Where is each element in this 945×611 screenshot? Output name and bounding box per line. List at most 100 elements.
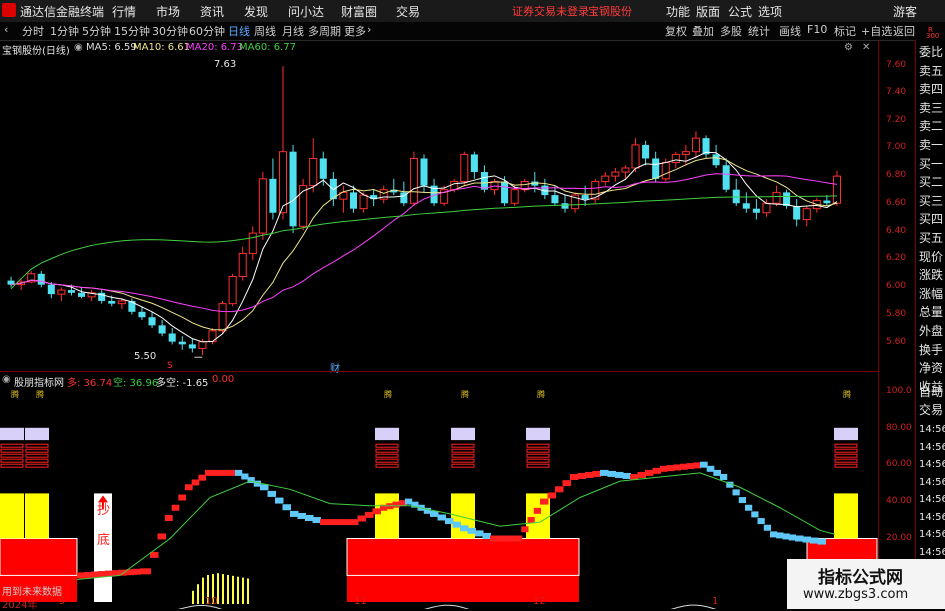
period-1min[interactable]: 1分钟 [50,23,79,39]
tool-duogu[interactable]: 多股 [720,23,742,39]
duokong-step [585,471,594,478]
period-daily[interactable]: 日线 [228,23,250,39]
side-item[interactable]: 买五 [919,232,943,244]
side-item[interactable]: 卖四 [919,83,943,95]
duokong-step [533,507,541,514]
period-weekly[interactable]: 周线 [254,23,276,39]
duokong-step [84,571,92,578]
app-title: 通达信金融终端 [20,5,105,19]
candle-body [783,192,791,206]
y-tick: 7.40 [886,87,907,97]
tool-biaoji[interactable]: 标记 [834,23,856,39]
duokong-step [645,469,654,476]
duokong-step [430,510,439,517]
side-lower-item[interactable]: 交易 [919,404,943,416]
signal-stripe [25,463,49,468]
menu-item-hangqing[interactable]: 行情 [112,3,136,20]
period-5min[interactable]: 5分钟 [82,23,111,39]
duokong-step [652,467,661,474]
candle-body [722,165,730,190]
side-item[interactable]: 卖二 [919,120,943,132]
signal-stripe [526,443,550,448]
side-item[interactable]: 总量 [919,306,943,318]
candlestick-chart[interactable] [0,40,878,370]
period-60min[interactable]: 60分钟 [189,23,225,39]
signal-cap [25,427,49,441]
menu-item-gongneng[interactable]: 功能 [666,3,690,20]
side-item[interactable]: 委比 [919,46,943,58]
duokong-step [555,486,564,493]
side-item[interactable]: 涨幅 [919,288,943,300]
duokong-step [706,465,715,472]
side-item[interactable]: 买三 [919,195,943,207]
menu-item-caifuquan[interactable]: 财富圈 [341,3,377,20]
signal-cap [451,427,475,441]
duokong-step [577,472,586,479]
duokong-step [680,463,688,470]
menu-item-zixun[interactable]: 资讯 [200,3,224,20]
candle-body [642,144,650,159]
menu-item-faxian[interactable]: 发现 [244,3,268,20]
period-monthly[interactable]: 月线 [282,23,304,39]
x-tick: 1 [712,596,719,607]
duokong-step [817,538,826,545]
tool-fanhui[interactable]: 返回 [893,23,915,39]
period-30min[interactable]: 30分钟 [152,23,188,39]
candle-body [108,300,116,304]
period-15min[interactable]: 15分钟 [114,23,150,39]
toolbar-arrow-icon[interactable]: ‹ [4,23,8,36]
side-item[interactable]: 卖三 [919,102,943,114]
tool-tongji[interactable]: 统计 [748,23,770,39]
signal-stripe [375,463,399,468]
side-item[interactable]: 买二 [919,176,943,188]
menu-item-shichang[interactable]: 市场 [156,3,180,20]
side-item[interactable]: 卖一 [919,139,943,151]
user-label[interactable]: 游客 [893,3,917,20]
side-item[interactable]: 买一 [919,158,943,170]
duokong-step [157,533,166,540]
duokong-step [776,532,784,539]
period-more[interactable]: 更多 [344,23,366,39]
duokong-step [437,514,446,521]
side-item[interactable]: 净资 [919,362,943,374]
candle-body [269,178,277,213]
menu-item-banmian[interactable]: 版面 [696,3,720,20]
side-item[interactable]: 现价 [919,251,943,263]
tool-zixuan[interactable]: +自选 [861,23,892,39]
menu-bar [0,0,945,23]
more-chevron-icon[interactable]: › [367,23,371,36]
menu-item-wenxiaoda[interactable]: 问小达 [288,3,324,20]
candle-body [772,191,781,204]
ind-y-tick: 100.0 [886,386,912,396]
menu-item-gongshi[interactable]: 公式 [728,3,752,20]
side-item[interactable]: 卖五 [919,65,943,77]
candle-body [138,311,146,318]
menu-item-jiaoyi[interactable]: 交易 [396,3,420,20]
period-fenshi[interactable]: 分时 [22,23,44,39]
indicator-chart[interactable] [0,372,878,609]
watermark-title: 指标公式网 [818,568,903,588]
tool-f10[interactable]: F10 [807,23,827,36]
duokong-step [521,526,529,533]
side-item[interactable]: 换手 [919,344,943,356]
duokong-step [508,535,516,542]
high-price-label: 7.63 [214,59,237,70]
tool-huaxian[interactable]: 画线 [779,23,801,39]
tool-fuquan[interactable]: 复权 [665,23,687,39]
side-time: 14:56 [919,424,945,435]
signal-yellow [375,493,399,539]
duokong-step [342,519,351,526]
login-notice[interactable]: 证券交易未登录 [512,3,589,19]
tool-diejia[interactable]: 叠加 [692,23,714,39]
side-item[interactable]: 外盘 [919,325,943,337]
signal-stripe [834,443,858,448]
duokong-step [227,469,236,476]
menu-item-xuanxiang[interactable]: 选项 [758,3,782,20]
duokong-step [686,463,695,470]
period-multi[interactable]: 多周期 [308,23,341,39]
side-lower-item[interactable]: 自动 [919,386,943,398]
candle-body [621,167,630,173]
signal-stripe [834,463,858,468]
side-item[interactable]: 涨跌 [919,269,943,281]
side-item[interactable]: 买四 [919,213,943,225]
